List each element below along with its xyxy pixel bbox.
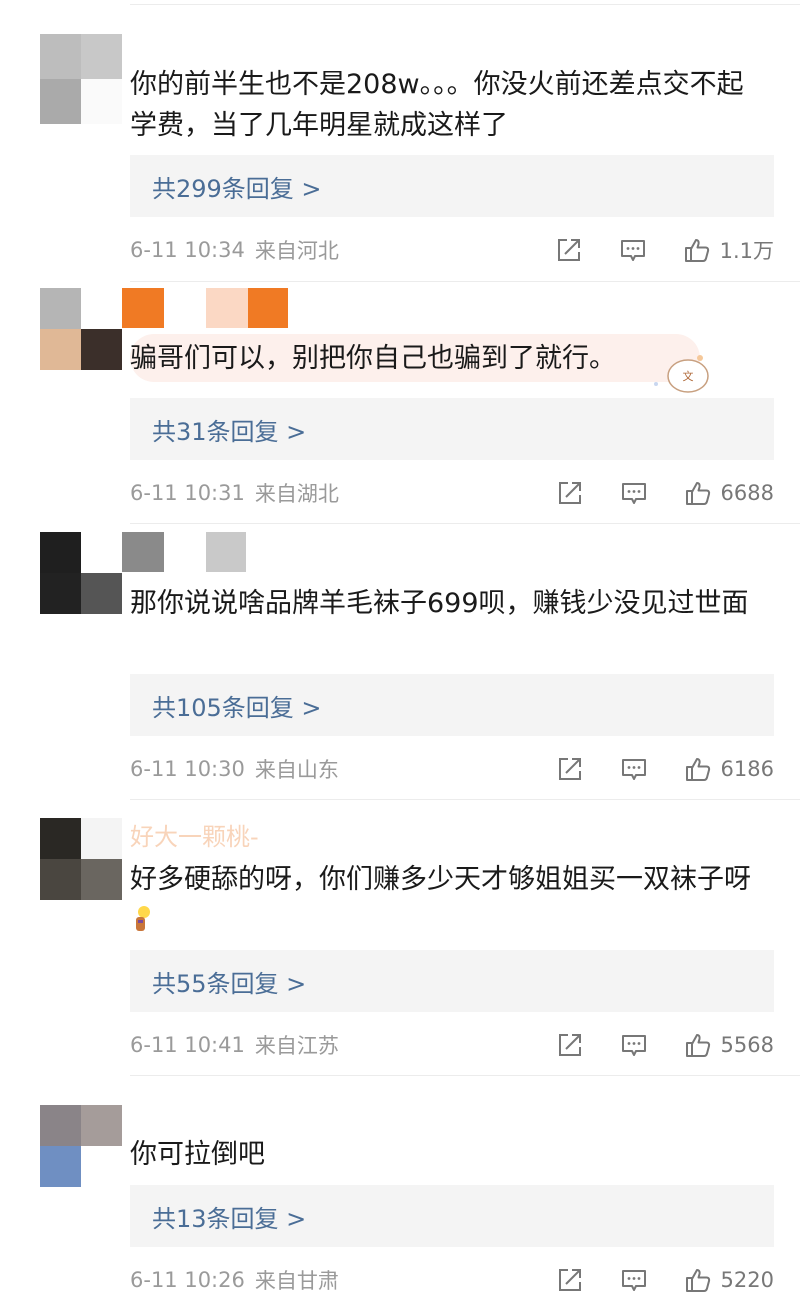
comment-text: 好多硬舔的呀，你们赚多少天才够姐姐买一双袜子呀 [130, 859, 770, 941]
like-count: 6186 [720, 757, 774, 781]
thumbs-up-icon[interactable] [683, 478, 713, 508]
divider [130, 523, 800, 524]
replies-link[interactable]: 共55条回复 > [130, 950, 774, 1012]
like-count: 5568 [720, 1033, 774, 1057]
replies-link[interactable]: 共105条回复 > [130, 674, 774, 736]
like-count: 6688 [720, 481, 774, 505]
divider [130, 281, 800, 282]
share-icon[interactable] [555, 754, 585, 784]
divider [130, 1075, 800, 1076]
share-icon[interactable] [554, 235, 584, 265]
comment-location: 来自河北 [254, 239, 339, 263]
comment-location: 来自湖北 [254, 482, 339, 506]
share-icon[interactable] [555, 1265, 585, 1295]
thumbs-up-icon[interactable] [682, 235, 712, 265]
username-blurred[interactable] [122, 532, 246, 572]
avatar[interactable] [40, 818, 122, 900]
comment-time: 6-11 10:34 [130, 238, 245, 262]
comment-icon[interactable] [619, 754, 649, 784]
svg-text:文: 文 [683, 369, 694, 383]
comment-text: 那你说说啥品牌羊毛袜子699呗，赚钱少没见过世面 [130, 588, 749, 619]
comment-time: 6-11 10:31 [130, 481, 245, 505]
comment-location: 来自山东 [254, 758, 339, 782]
avatar[interactable] [40, 532, 122, 614]
comment-time: 6-11 10:30 [130, 757, 245, 781]
thumbs-up-icon[interactable] [683, 1030, 713, 1060]
avatar[interactable] [40, 288, 122, 370]
replies-link[interactable]: 共299条回复 > [130, 155, 774, 217]
comment-meta: 6-11 10:41 来自江苏 5568 [130, 1027, 774, 1063]
avatar[interactable] [40, 34, 122, 124]
comment-meta: 6-11 10:30 来自山东 6186 [130, 751, 774, 787]
username[interactable]: 好大一颗桃- [130, 820, 259, 854]
comment-icon[interactable] [619, 1265, 649, 1295]
comment-meta: 6-11 10:26 来自甘肃 5220 [130, 1262, 774, 1298]
comment-time: 6-11 10:26 [130, 1268, 245, 1292]
like-count: 5220 [720, 1268, 774, 1292]
comment-location: 来自江苏 [254, 1034, 339, 1058]
comment-time: 6-11 10:41 [130, 1033, 245, 1057]
thumbs-up-icon[interactable] [683, 1265, 713, 1295]
replies-link[interactable]: 共13条回复 > [130, 1185, 774, 1247]
comment-text: 你的前半生也不是208w。。。你没火前还差点交不起学费，当了几年明星就成这样了 [130, 69, 744, 141]
replies-link[interactable]: 共31条回复 > [130, 398, 774, 460]
comment-meta: 6-11 10:31 来自湖北 6688 [130, 475, 774, 511]
comment-text: 你可拉倒吧 [130, 1139, 265, 1170]
like-count: 1.1万 [719, 239, 774, 263]
comment-icon[interactable] [619, 478, 649, 508]
divider [130, 4, 800, 5]
bubble-sticker-icon: 文 [650, 350, 710, 396]
comment-icon[interactable] [619, 1030, 649, 1060]
avatar[interactable] [40, 1105, 122, 1187]
thumbs-up-icon[interactable] [683, 754, 713, 784]
comment-icon[interactable] [618, 235, 648, 265]
comment-meta: 6-11 10:34 来自河北 1.1万 [130, 232, 774, 268]
emoji-icon [130, 904, 154, 934]
share-icon[interactable] [555, 1030, 585, 1060]
comment-location: 来自甘肃 [254, 1269, 339, 1293]
username-blurred[interactable] [122, 288, 288, 328]
divider [130, 799, 800, 800]
share-icon[interactable] [555, 478, 585, 508]
